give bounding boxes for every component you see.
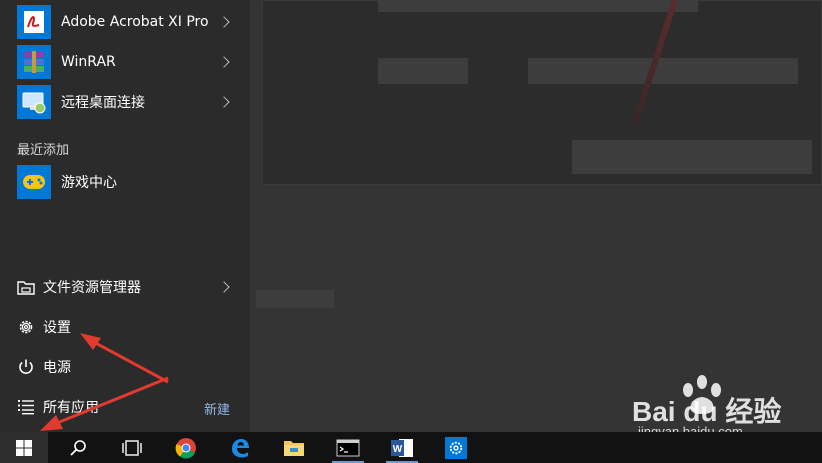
search-button[interactable] xyxy=(54,432,102,463)
search-icon xyxy=(70,439,86,456)
cmd-icon xyxy=(336,439,360,456)
arrow-to-settings xyxy=(80,333,169,384)
file-explorer-taskbar-button[interactable] xyxy=(270,432,318,463)
file-explorer-icon xyxy=(284,440,304,456)
svg-text:W: W xyxy=(393,444,403,455)
chrome-button[interactable] xyxy=(162,432,210,463)
task-view-button[interactable] xyxy=(108,432,156,463)
cmd-button[interactable] xyxy=(324,432,372,463)
start-button[interactable] xyxy=(0,432,48,463)
word-button[interactable]: W xyxy=(378,432,426,463)
taskbar: W xyxy=(0,432,822,463)
chrome-icon xyxy=(175,437,196,459)
edge-icon xyxy=(232,438,249,457)
settings-taskbar-button[interactable] xyxy=(432,432,480,463)
task-view-icon xyxy=(122,439,142,456)
word-icon: W xyxy=(391,438,413,457)
settings-icon xyxy=(445,436,467,459)
edge-button[interactable] xyxy=(216,432,264,463)
start-icon xyxy=(16,439,32,456)
arrow-to-start xyxy=(40,376,169,431)
